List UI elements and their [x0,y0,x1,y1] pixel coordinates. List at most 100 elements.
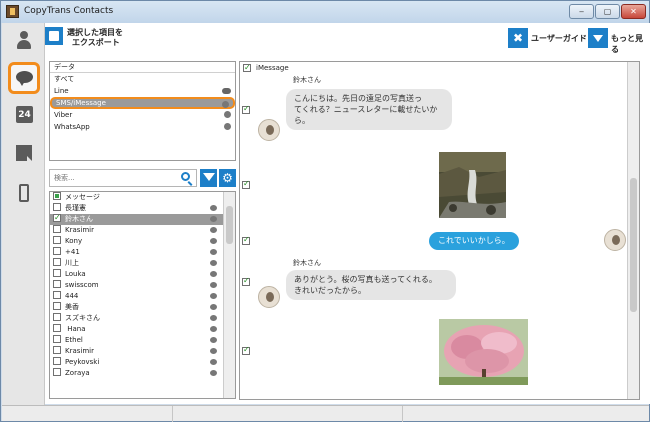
user-guide-label: ユーザーガイド [531,34,587,43]
conversation-list: メッセージ 長瑾憲鈴木さん Krasimir Kony +41 川上 Louka swiss… [49,191,236,399]
conversation-name: Zoraya [65,369,90,377]
conversation-checkbox[interactable] [53,313,61,321]
message-text: きれいだったから。 [294,286,366,295]
select-all-checkbox[interactable] [53,192,61,200]
message-checkbox[interactable] [242,235,250,245]
export-icon [45,27,63,45]
message-bubble-incoming[interactable]: ありがとう。桜の写真も送ってくれる。 きれいだったから。 [286,270,456,300]
data-item-viber[interactable]: Viber [50,109,235,121]
conversation-checkbox[interactable] [53,247,61,255]
thread-select-checkbox[interactable] [243,62,251,74]
sidebar-item-messages[interactable] [8,62,40,94]
minimize-button[interactable]: ‒ [569,4,594,19]
conversation-row[interactable]: Krasimir [50,225,235,236]
conversation-name: Ethel [65,336,83,344]
message-checkbox[interactable] [242,276,250,286]
tools-icon: ✖ [508,28,528,48]
close-button[interactable]: ✕ [621,4,646,19]
more-label: もっと見る [611,34,643,54]
message-bubble-icon [16,71,33,86]
data-item-sms-imessage[interactable]: SMS/iMessage [50,97,235,109]
whatsapp-icon [224,123,231,130]
window-title: CopyTrans Contacts [24,6,114,16]
conversation-row[interactable]: 444 [50,291,235,302]
conversation-checkbox[interactable] [53,346,61,354]
conversation-checkbox[interactable] [53,225,61,233]
conversation-row[interactable]: Krasimir [50,346,235,357]
message-type-icon [210,216,217,222]
conversation-row[interactable]: +41 [50,247,235,258]
conversation-row[interactable]: Louka [50,269,235,280]
viber-icon [224,111,231,118]
gear-icon[interactable]: ⚙ [219,169,236,187]
message-thread: iMessage 鈴木さん こんにちは。先日の遠足の写真送っ てくれる？ニュース… [239,61,640,400]
data-list-header: データ [50,62,235,73]
filter-button[interactable] [200,169,217,187]
conversation-checkbox[interactable] [53,203,61,211]
conversation-row[interactable]: Hana [50,324,235,335]
message-text: こんにちは。先日の遠足の写真送っ [294,94,422,103]
conversation-row[interactable]: 鈴木さん [50,212,235,225]
sidebar-item-contacts[interactable] [8,25,40,57]
sidebar: 24 [2,23,45,408]
conversation-name: Hana [65,325,86,333]
sidebar-item-calendar[interactable]: 24 [8,100,40,132]
message-bubble-incoming[interactable]: こんにちは。先日の遠足の写真送っ てくれる？ニュースレターに載せたいか ら。 [286,89,452,130]
conversation-checkbox[interactable] [53,335,61,343]
conversation-row[interactable]: Zoraya [50,368,235,379]
conversation-name: Krasimir [65,347,94,355]
scrollbar-thumb[interactable] [630,178,637,312]
conversation-checkbox[interactable] [53,357,61,365]
message-checkbox[interactable] [242,345,250,355]
conversation-row[interactable]: 美香 [50,302,235,313]
note-icon [16,145,33,162]
export-selected-button[interactable]: 選択した項目を エクスポート [45,23,135,53]
conversation-row[interactable]: スズキさん [50,313,235,324]
conversation-name: 美香 [65,303,79,311]
conversation-checkbox[interactable] [53,258,61,266]
conversation-row[interactable]: Peykovski [50,357,235,368]
data-item-whatsapp[interactable]: WhatsApp [50,121,235,133]
message-thread-scrollbar[interactable] [627,62,639,399]
conversation-name: Krasimir [65,226,94,234]
person-icon [17,31,31,51]
message-type-icon [210,238,217,244]
conversation-checkbox[interactable] [53,269,61,277]
conversation-list-scrollbar[interactable] [223,192,235,398]
maximize-button[interactable]: ▢ [595,4,620,19]
sidebar-item-notes[interactable] [8,138,40,170]
scrollbar-thumb[interactable] [226,206,233,244]
conversation-checkbox[interactable] [53,368,61,376]
conversation-checkbox[interactable] [53,302,61,310]
conversation-checkbox[interactable] [53,236,61,244]
message-checkbox[interactable] [242,104,250,114]
message-type-icon [210,293,217,299]
sidebar-item-device[interactable] [8,178,40,210]
conversation-row[interactable]: Kony [50,236,235,247]
thread-service-label: iMessage [256,64,289,72]
waterfall-photo[interactable] [439,152,506,218]
conversation-row[interactable]: swisscom [50,280,235,291]
conversation-checkbox[interactable] [53,212,61,223]
conversation-row[interactable]: Ethel [50,335,235,346]
data-item-all[interactable]: すべて [50,73,235,85]
search-icon[interactable] [181,172,190,181]
conversation-row[interactable]: 川上 [50,258,235,269]
data-item-line[interactable]: Line [50,85,235,97]
conversation-checkbox[interactable] [53,324,61,332]
conversation-checkbox[interactable] [53,280,61,288]
conversation-name: swisscom [65,281,99,289]
select-all-messages[interactable]: メッセージ [50,192,235,203]
conversation-name: Louka [65,270,86,278]
sender-name: 鈴木さん [293,76,321,84]
search-input[interactable] [49,169,197,187]
message-bubble-outgoing[interactable]: これでいいかしら。 [429,232,519,250]
message-type-icon [210,227,217,233]
message-text: てくれる？ニュースレターに載せたいか [294,105,438,114]
data-item-label: Viber [54,111,73,119]
cherry-blossom-photo[interactable] [439,319,528,385]
message-checkbox[interactable] [242,179,250,189]
conversation-checkbox[interactable] [53,291,61,299]
conversation-row[interactable]: 長瑾憲 [50,203,235,214]
search-bar: ⚙ [49,167,236,189]
